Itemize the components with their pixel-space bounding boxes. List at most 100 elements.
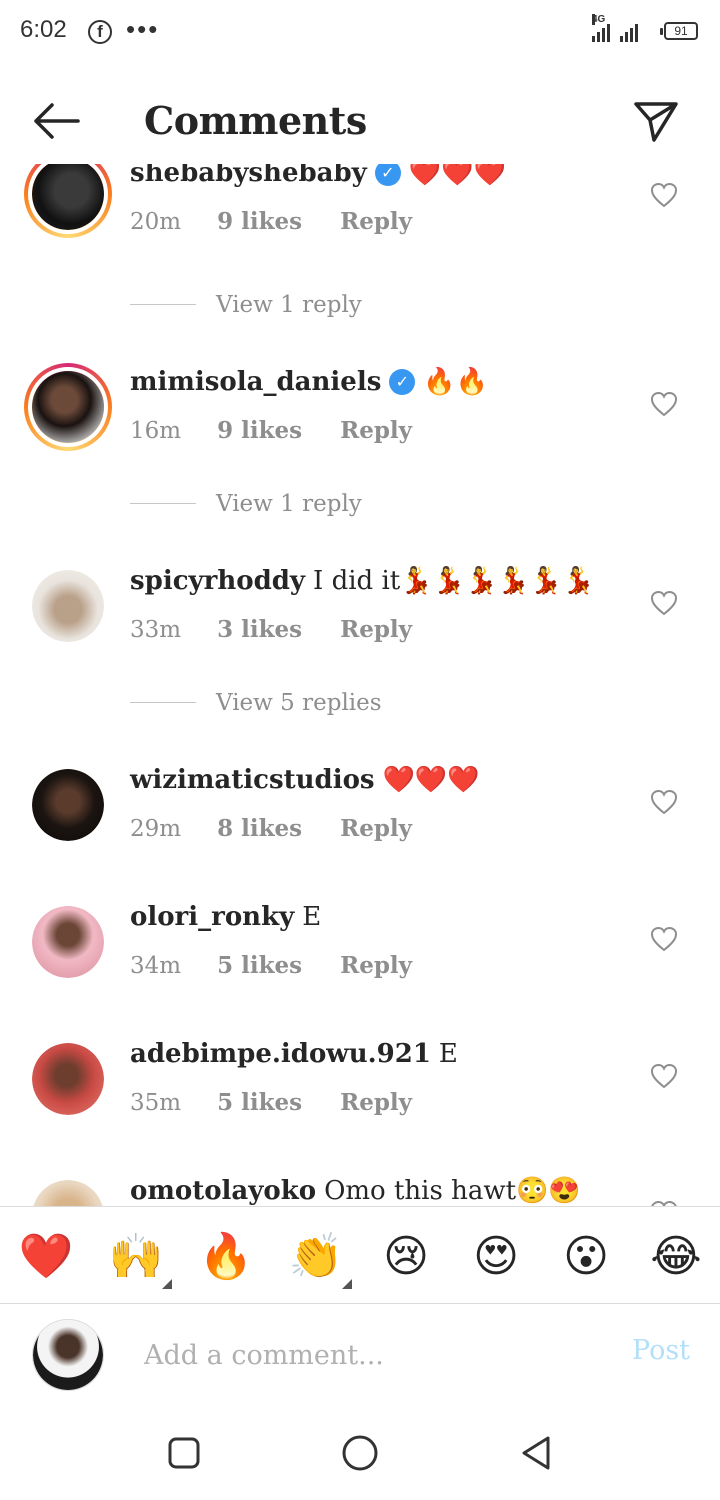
comment-text: ❤️❤️❤️ (382, 765, 480, 795)
view-replies-label: View 1 reply (216, 292, 362, 318)
comment-input[interactable] (144, 1333, 604, 1377)
verified-badge-icon: ✓ (374, 164, 401, 186)
comment-text: E (438, 1039, 458, 1069)
heart-outline-icon[interactable] (650, 182, 678, 208)
avatar[interactable] (32, 1180, 104, 1206)
comment-meta: 34m 5 likes Reply (130, 952, 412, 979)
reply-button[interactable]: Reply (340, 952, 412, 979)
comment-likes[interactable]: 9 likes (217, 208, 302, 235)
comment-text: I did it💃💃💃💃💃💃 (313, 566, 595, 596)
avatar[interactable] (32, 1043, 104, 1115)
fire-emoji-button[interactable]: 🔥 (198, 1229, 254, 1285)
signal-strength-icon: 4G (592, 14, 610, 42)
avatar[interactable] (32, 906, 104, 978)
reply-button[interactable]: Reply (340, 815, 412, 842)
home-icon[interactable] (340, 1433, 380, 1473)
comment-likes[interactable]: 9 likes (217, 417, 302, 444)
comment-time: 34m (130, 953, 182, 979)
comment-item: shebabyshebaby ✓ ❤️❤️❤️ 20m 9 likes Reply (0, 164, 720, 262)
avatar[interactable] (32, 769, 104, 841)
view-replies-button[interactable]: View 5 replies (130, 690, 382, 720)
comment-time: 35m (130, 1090, 182, 1116)
reply-button[interactable]: Reply (340, 208, 412, 235)
reply-button[interactable]: Reply (340, 1089, 412, 1116)
comment-meta: 33m 3 likes Reply (130, 616, 412, 643)
verified-badge-icon: ✓ (389, 369, 416, 395)
comment-meta: 16m 9 likes Reply (130, 417, 412, 444)
comment-likes[interactable]: 5 likes (217, 1089, 302, 1116)
comment-meta: 35m 5 likes Reply (130, 1089, 412, 1116)
arrow-left-icon[interactable] (30, 100, 82, 142)
comment-username[interactable]: wizimaticstudios (130, 765, 375, 795)
heart-outline-icon[interactable] (650, 1063, 678, 1089)
skin-tone-indicator-icon (162, 1279, 172, 1289)
comment-item: olori_ronky E 34m 5 likes Reply (0, 896, 720, 1006)
divider (130, 503, 196, 504)
comment-meta: 29m 8 likes Reply (130, 815, 412, 842)
network-type: 4G (592, 14, 606, 25)
comment-text: 🔥🔥 (423, 367, 489, 397)
raising-hands-emoji: 🙌 (108, 1231, 164, 1282)
comment-item: mimisola_daniels ✓ 🔥🔥 16m 9 likes Reply (0, 361, 720, 471)
heart-outline-icon[interactable] (650, 926, 678, 952)
back-icon[interactable] (516, 1433, 556, 1473)
recent-apps-icon[interactable] (164, 1433, 204, 1473)
status-bar: 6:02 f ••• 4G 91 (0, 0, 720, 64)
clapping-hands-emoji-button[interactable]: 👏 (288, 1229, 352, 1289)
heart-outline-icon[interactable] (650, 789, 678, 815)
view-replies-button[interactable]: View 1 reply (130, 292, 362, 322)
raising-hands-emoji-button[interactable]: 🙌 (108, 1229, 172, 1289)
view-replies-button[interactable]: View 1 reply (130, 491, 362, 521)
heart-outline-icon[interactable] (650, 391, 678, 417)
comment-compose-bar: Post (0, 1305, 720, 1405)
facebook-notification-icon: f (88, 20, 112, 44)
clapping-hands-emoji: 👏 (288, 1231, 344, 1282)
paper-plane-icon[interactable] (632, 98, 680, 144)
heart-eyes-emoji-button[interactable]: 😍 (468, 1229, 524, 1285)
comment-likes[interactable]: 3 likes (217, 616, 302, 643)
comment-line: olori_ronky E (130, 902, 321, 932)
comment-username[interactable]: spicyrhoddy (130, 566, 305, 596)
crying-face-emoji-button[interactable]: 😢 (378, 1229, 434, 1285)
comment-item: adebimpe.idowu.921 E 35m 5 likes Reply (0, 1033, 720, 1143)
comment-line: spicyrhoddy I did it💃💃💃💃💃💃 (130, 566, 594, 596)
signal-indicators: 4G (592, 14, 638, 42)
status-time: 6:02 (20, 16, 67, 43)
comment-line: omotolayoko Omo this hawt😳😍 (130, 1176, 581, 1206)
comment-username[interactable]: shebabyshebaby (130, 164, 367, 188)
comment-line: adebimpe.idowu.921 E (130, 1039, 458, 1069)
comment-username[interactable]: mimisola_daniels (130, 367, 381, 397)
divider (130, 304, 196, 305)
view-replies-label: View 5 replies (216, 690, 382, 716)
comments-header: Comments (0, 80, 720, 164)
comments-list[interactable]: shebabyshebaby ✓ ❤️❤️❤️ 20m 9 likes Reply Vi… (0, 164, 720, 1206)
heart-outline-icon[interactable] (650, 590, 678, 616)
comment-time: 29m (130, 816, 182, 842)
comment-username[interactable]: olori_ronky (130, 902, 294, 932)
avatar[interactable] (24, 164, 112, 238)
red-heart-emoji-button[interactable]: ❤️ (18, 1229, 74, 1285)
surprised-face-emoji-button[interactable]: 😮 (558, 1229, 614, 1285)
divider (130, 702, 196, 703)
skin-tone-indicator-icon (342, 1279, 352, 1289)
page-title: Comments (144, 98, 367, 143)
comment-line: mimisola_daniels ✓ 🔥🔥 (130, 367, 488, 397)
comment-username[interactable]: adebimpe.idowu.921 (130, 1039, 431, 1069)
signal-strength-icon-2 (620, 18, 638, 42)
reply-button[interactable]: Reply (340, 616, 412, 643)
more-notifications-icon: ••• (126, 14, 160, 44)
comment-time: 20m (130, 209, 182, 235)
comment-likes[interactable]: 8 likes (217, 815, 302, 842)
reply-button[interactable]: Reply (340, 417, 412, 444)
avatar[interactable] (32, 570, 104, 642)
comment-time: 33m (130, 617, 182, 643)
view-replies-label: View 1 reply (216, 491, 362, 517)
post-button[interactable]: Post (632, 1335, 690, 1366)
avatar[interactable] (24, 363, 112, 451)
comment-text: ❤️❤️❤️ (408, 164, 506, 188)
comment-item: spicyrhoddy I did it💃💃💃💃💃💃 33m 3 likes Repl… (0, 560, 720, 670)
comment-likes[interactable]: 5 likes (217, 952, 302, 979)
comment-username[interactable]: omotolayoko (130, 1176, 316, 1206)
laughing-face-emoji-button[interactable]: 😂 (648, 1229, 704, 1285)
current-user-avatar (32, 1319, 104, 1391)
